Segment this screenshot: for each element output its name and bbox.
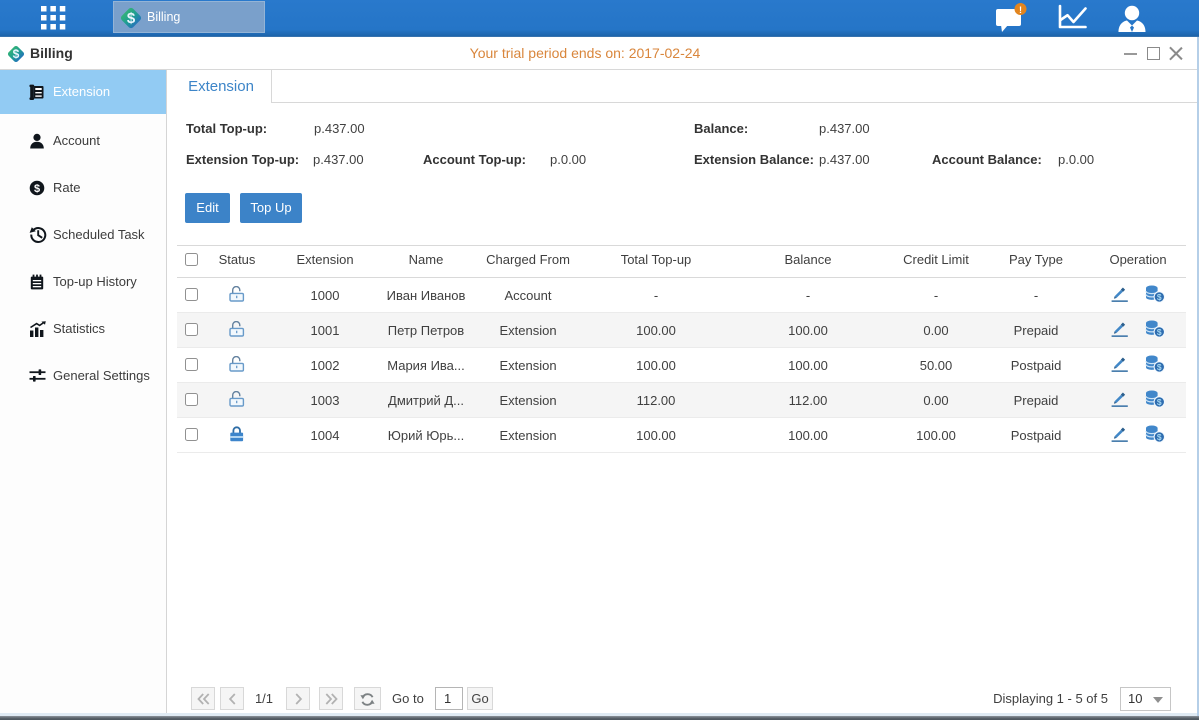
svg-text:$: $ [34,183,40,195]
svg-text:$: $ [1157,362,1162,372]
svg-text:$: $ [127,10,136,27]
svg-text:$: $ [13,47,20,61]
svg-text:$: $ [1157,432,1162,442]
svg-text:$: $ [1157,292,1162,302]
svg-text:$: $ [1157,397,1162,407]
svg-text:!: ! [1019,5,1022,15]
svg-text:$: $ [1157,327,1162,337]
